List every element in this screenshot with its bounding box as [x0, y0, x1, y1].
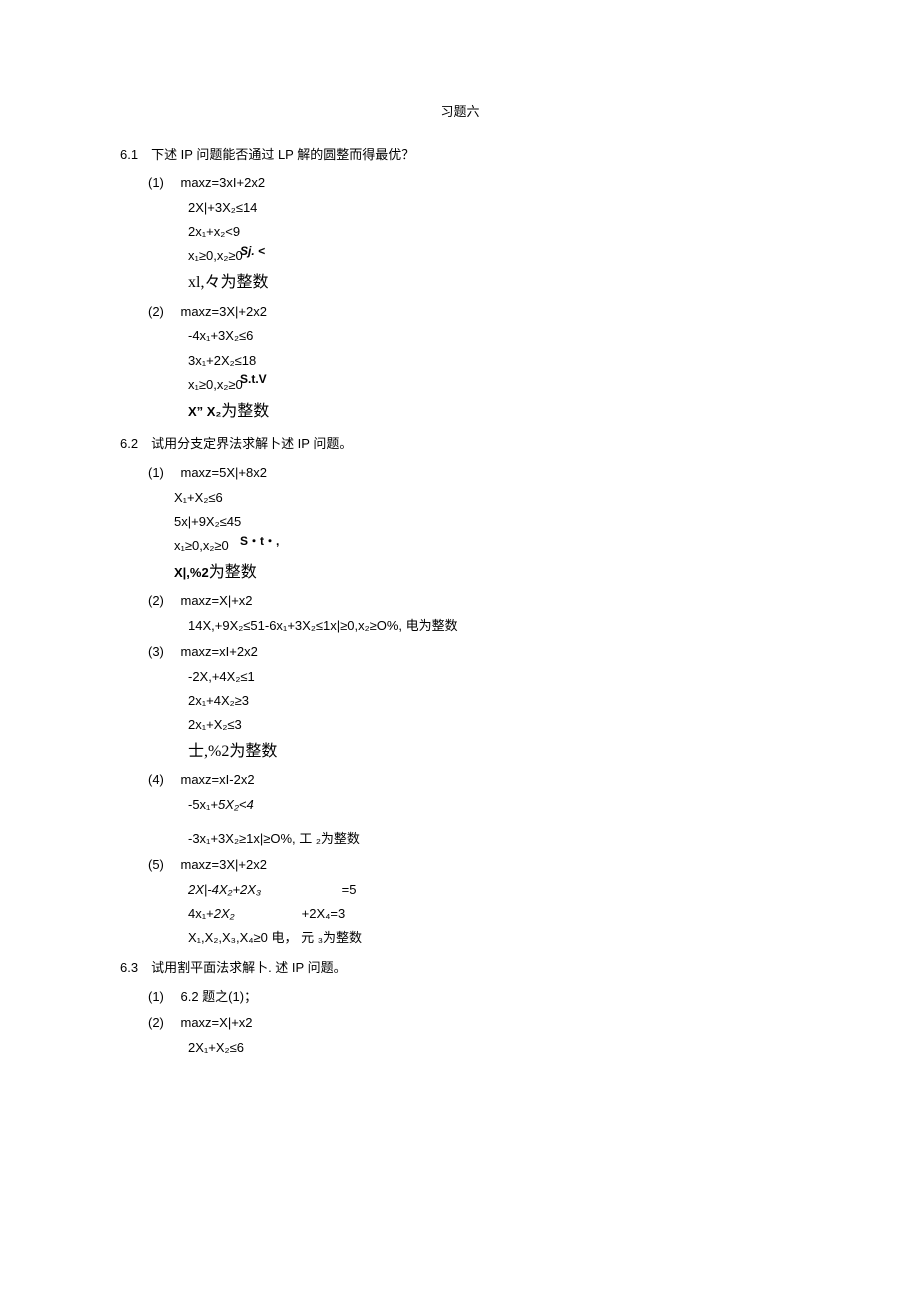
q62-p2-label: (2) maxz=X|+x2 [120, 589, 800, 614]
q62-p3-label: (3) maxz=xI+2x2 [120, 640, 800, 665]
question-6-3: 6.3 试用割平面法求解卜. 述 IP 问题。 [120, 956, 800, 981]
q61-p2-block: -4x₁+3X₂≤6 3x₁+2X₂≤18 S.t.V x₁≥0,x₂≥0 X”… [120, 324, 800, 426]
q61-p1-c1: 2X|+3X₂≤14 [120, 196, 800, 220]
q62-p3-c2: 2x₁+4X₂≥3 [120, 689, 800, 713]
question-6-1: 6.1 下述 IP 问题能否通过 LP 解的圆整而得最优？ [120, 143, 800, 168]
q62-p1-c3: x₁≥0,x₂≥0 [120, 534, 800, 558]
q62-p5-c1b: =5 [342, 882, 357, 897]
q61-p1-c3: x₁≥0,x₂≥0 [120, 244, 800, 268]
q63-p2-c1: 2X₁+X₂≤6 [120, 1036, 800, 1060]
q61-p1-block: 2X|+3X₂≤14 2x₁+x₂<9 Sj. < x₁≥0,x₂≥0 xl,々… [120, 196, 800, 298]
q63-p2-label: (2) maxz=X|+x2 [120, 1011, 800, 1036]
q62-p5-c1a: 2X|-4X₂+2X₃ [188, 878, 338, 902]
q61-p1-label: (1) maxz=3xI+2x2 [120, 171, 800, 196]
q62-p5-label: (5) maxz=3X|+2x2 [120, 853, 800, 878]
q62-p3-c4: 士,%2为整数 [120, 737, 800, 767]
q61-p1-st: Sj. < [240, 240, 265, 263]
q62-p5-c2: 4x₁+2X₂ +2X₄=3 [120, 902, 800, 926]
q61-p2-label: (2) maxz=3X|+2x2 [120, 300, 800, 325]
q62-p4-c1: -5x₁+5X₂<4 [120, 793, 800, 817]
q62-p1-block: X₁+X₂≤6 5x|+9X₂≤45 S・t・, x₁≥0,x₂≥0 X|,%2… [120, 486, 800, 588]
q62-p1-c4-pre: X|,%2 [174, 565, 209, 580]
q61-p2-c4: X” X₂为整数 [120, 397, 800, 427]
question-6-2: 6.2 试用分支定界法求解卜述 IP 问题。 [120, 432, 800, 457]
q62-p3-c1: -2X,+4X₂≤1 [120, 665, 800, 689]
q62-p1-c4: X|,%2为整数 [120, 558, 800, 588]
q62-p4-c2: -3x₁+3X₂≥1x|≥O%, 工 ₂为整数 [120, 827, 800, 851]
q63-p1: (1) 6.2 题之(1)； [120, 985, 800, 1010]
q61-p2-c3: x₁≥0,x₂≥0 [120, 373, 800, 397]
q62-p1-label: (1) maxz=5X|+8x2 [120, 461, 800, 486]
q61-p2-c4-post: 为整数 [221, 403, 269, 420]
q62-p1-c2: 5x|+9X₂≤45 [120, 510, 800, 534]
document-page: 习题六 6.1 下述 IP 问题能否通过 LP 解的圆整而得最优？ (1) ma… [0, 0, 920, 1180]
q62-p4-label: (4) maxz=xI-2x2 [120, 768, 800, 793]
q61-p1-c4: xl,々为整数 [120, 268, 800, 298]
q62-p1-c4-post: 为整数 [209, 564, 257, 581]
q62-p5-c2b: +2X₄=3 [302, 906, 346, 921]
q62-p5-c3: X₁,X₂,X₃,X₄≥0 电， 元 ₃为整数 [120, 926, 800, 950]
q61-p2-c2: 3x₁+2X₂≤18 [120, 349, 800, 373]
q62-p5-c2a: 4x₁+2X₂ [188, 902, 298, 926]
q61-p2-st: S.t.V [240, 368, 267, 391]
q61-p1-c2: 2x₁+x₂<9 [120, 220, 800, 244]
q62-p3-c3: 2x₁+X₂≤3 [120, 713, 800, 737]
q62-p2-c1: 14X,+9X₂≤51-6x₁+3X₂≤1x|≥0,x₂≥O%, 电为整数 [120, 614, 800, 638]
page-title: 习题六 [120, 100, 800, 125]
q61-p2-c4-pre: X” X₂ [188, 404, 221, 419]
q62-p1-st: S・t・, [240, 530, 279, 553]
q62-p4-c1-text: -5x₁+5X₂<4 [188, 797, 254, 812]
q62-p1-c1: X₁+X₂≤6 [120, 486, 800, 510]
q62-p5-c1: 2X|-4X₂+2X₃ =5 [120, 878, 800, 902]
q61-p2-c1: -4x₁+3X₂≤6 [120, 324, 800, 348]
